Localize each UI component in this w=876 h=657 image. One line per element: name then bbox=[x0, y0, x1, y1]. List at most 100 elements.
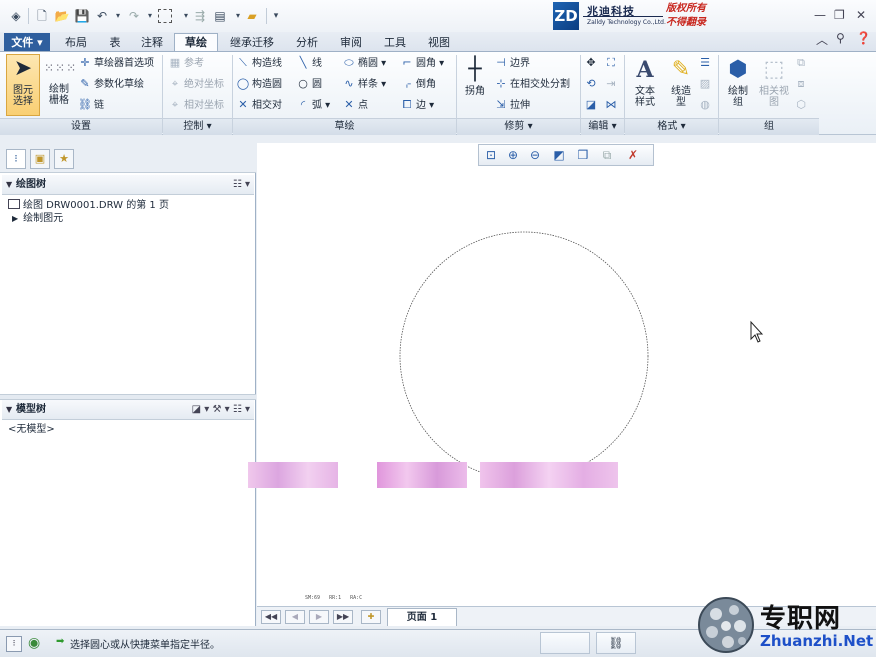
next-page-icon[interactable]: ▶ bbox=[309, 610, 329, 624]
scale-button[interactable]: ⛶ bbox=[604, 54, 620, 72]
boundary-button[interactable]: ⊣ 边界 bbox=[494, 54, 530, 72]
collapse-ribbon-icon[interactable]: ︿ bbox=[816, 31, 828, 48]
collapse-triangle-icon[interactable]: ▼ bbox=[6, 400, 12, 420]
tab-legacy-migration[interactable]: 继承迁移 bbox=[220, 33, 284, 51]
sketch-circle[interactable] bbox=[399, 231, 649, 481]
select-element-button[interactable]: ➤ 图元 选择 bbox=[6, 54, 40, 116]
tree-settings-icon[interactable]: ☷ ▾ bbox=[233, 175, 250, 195]
parametric-sketch-button[interactable]: ✎ 参数化草绘 bbox=[78, 75, 144, 93]
display-style-icon[interactable]: ❒ bbox=[574, 147, 592, 164]
spline-button[interactable]: ∿ 样条 ▾ bbox=[342, 75, 386, 93]
line-style-button[interactable]: ✎ 线造 型 bbox=[664, 56, 698, 116]
favorites-tab-icon[interactable]: ★ bbox=[54, 149, 74, 169]
file-menu[interactable]: 文件 ▾ bbox=[4, 33, 50, 51]
reference-button[interactable]: ▦ 参考 bbox=[168, 54, 204, 72]
flip-button[interactable]: ⋈ bbox=[604, 96, 620, 114]
group-label-control[interactable]: 控制 ▾ bbox=[163, 118, 232, 135]
tree-tab-icon[interactable]: ⁝ bbox=[6, 149, 26, 169]
line-button[interactable]: ╲ 线 bbox=[296, 54, 322, 72]
tab-tools[interactable]: 工具 bbox=[374, 33, 416, 51]
intersect-button[interactable]: ✕ 相交对 bbox=[236, 96, 282, 114]
tab-layout[interactable]: 布局 bbox=[54, 33, 98, 51]
group-tool-3-button[interactable]: ⬡ bbox=[794, 96, 810, 114]
stretch-button[interactable]: ⇲ 拉伸 bbox=[494, 96, 530, 114]
new-page-icon[interactable]: ✚ bbox=[361, 610, 381, 624]
folder-tab-icon[interactable]: ▣ bbox=[30, 149, 50, 169]
refit-icon[interactable]: ⊡ bbox=[482, 147, 500, 164]
restore-icon[interactable]: ❐ bbox=[834, 8, 845, 22]
undo-icon[interactable]: ↶ bbox=[94, 8, 110, 24]
regenerate-icon[interactable]: ⇶ bbox=[192, 8, 208, 24]
relative-coords-button[interactable]: ⌖ 相对坐标 bbox=[168, 96, 224, 114]
drawing-tree-item[interactable]: 绘图 DRW0001.DRW 的第 1 页 bbox=[8, 199, 169, 212]
navigator-toggle-icon[interactable]: ⁝ bbox=[6, 636, 22, 652]
collapse-triangle-icon[interactable]: ▼ bbox=[6, 175, 12, 195]
construction-circle-button[interactable]: ◯ 构造圆 bbox=[236, 75, 282, 93]
tab-annotate[interactable]: 注释 bbox=[132, 33, 172, 51]
minimize-icon[interactable]: — bbox=[814, 8, 826, 22]
arc-button[interactable]: ◜ 弧 ▾ bbox=[296, 96, 330, 114]
drawing-canvas[interactable]: SM:69 RR:1 RA:C bbox=[257, 143, 876, 606]
group-tool-2-button[interactable]: ⧈ bbox=[794, 75, 810, 93]
color-button[interactable]: ◍ bbox=[698, 96, 714, 114]
draw-grid-button[interactable]: ⁙⁙⁙ 绘制 栅格 bbox=[42, 54, 76, 116]
help-icon[interactable]: ❓ bbox=[856, 31, 871, 45]
redo-dropdown-icon[interactable]: ▾ bbox=[142, 8, 158, 24]
zoom-out-icon[interactable]: ⊖ bbox=[526, 147, 544, 164]
drawing-tree-item[interactable]: ▶ 绘制图元 bbox=[12, 213, 63, 225]
ellipse-button[interactable]: ⬭ 椭圆 ▾ bbox=[342, 54, 386, 72]
customize-toolbar-icon[interactable]: ▾ bbox=[268, 8, 284, 24]
chain-button[interactable]: ⛓ 链 bbox=[78, 96, 104, 114]
split-at-intersect-button[interactable]: ⊹ 在相交处分割 bbox=[494, 75, 570, 93]
tab-review[interactable]: 审阅 bbox=[330, 33, 372, 51]
open-folder-icon[interactable]: 📂 bbox=[54, 8, 70, 24]
group-tool-1-button[interactable]: ⧉ bbox=[794, 54, 810, 72]
app-icon[interactable]: ◈ bbox=[8, 8, 24, 24]
drawing-tree-header[interactable]: ▼ 绘图树 ☷ ▾ bbox=[2, 175, 254, 195]
page-tab-1[interactable]: 页面 1 bbox=[387, 608, 457, 626]
corner-button[interactable]: ┼ 拐角 bbox=[460, 56, 490, 116]
tab-sketch[interactable]: 草绘 bbox=[174, 33, 218, 51]
close-icon[interactable]: ✕ bbox=[856, 8, 866, 22]
circle-button[interactable]: ○ 圆 bbox=[296, 75, 322, 93]
redo-icon[interactable]: ↷ bbox=[126, 8, 142, 24]
mirror-button[interactable]: ◪ bbox=[584, 96, 600, 114]
text-style-button[interactable]: A 文本 样式 bbox=[628, 56, 662, 116]
model-tree-header[interactable]: ▼ 模型树 ◪ ▾ ⚒ ▾ ☷ ▾ bbox=[2, 400, 254, 420]
tab-view[interactable]: 视图 bbox=[418, 33, 460, 51]
windows-icon[interactable]: ▤ bbox=[212, 8, 228, 24]
previous-page-icon[interactable]: ◀ bbox=[285, 610, 305, 624]
edge-button[interactable]: ⧠ 边 ▾ bbox=[400, 96, 435, 114]
absolute-coords-button[interactable]: ⌖ 绝对坐标 bbox=[168, 75, 224, 93]
construction-line-button[interactable]: ⟍ 构造线 bbox=[236, 54, 282, 72]
find-icon[interactable]: ⛓ bbox=[596, 632, 636, 654]
datum-display-icon[interactable]: ✗ bbox=[624, 147, 642, 164]
hatch-button[interactable]: ▨ bbox=[698, 75, 714, 93]
new-file-icon[interactable]: 🗋 bbox=[34, 8, 50, 24]
tab-table[interactable]: 表 bbox=[100, 33, 130, 51]
tab-analysis[interactable]: 分析 bbox=[286, 33, 328, 51]
group-label-trim[interactable]: 修剪 ▾ bbox=[457, 118, 580, 135]
group-label-format[interactable]: 格式 ▾ bbox=[625, 118, 718, 135]
line-weight-button[interactable]: ☰ bbox=[698, 54, 714, 72]
move-button[interactable]: ✥ bbox=[584, 54, 600, 72]
zoom-in-icon[interactable]: ⊕ bbox=[504, 147, 522, 164]
expand-triangle-icon[interactable]: ▶ bbox=[12, 214, 18, 223]
view-manager-icon[interactable]: ⧉ bbox=[598, 147, 616, 164]
save-icon[interactable]: 💾 bbox=[74, 8, 90, 24]
select-box-icon[interactable] bbox=[158, 9, 172, 23]
folder-icon[interactable]: ▰ bbox=[244, 8, 260, 24]
sketcher-preferences-button[interactable]: ✛ 草绘器首选项 bbox=[78, 54, 154, 72]
status-field[interactable] bbox=[540, 632, 590, 654]
draw-group-button[interactable]: ⬢ 绘制 组 bbox=[722, 56, 754, 116]
search-icon[interactable]: ⚲ bbox=[836, 31, 845, 45]
point-button[interactable]: ✕ 点 bbox=[342, 96, 368, 114]
browser-toggle-icon[interactable]: ◉ bbox=[28, 635, 40, 651]
related-view-button[interactable]: ⬚ 相关视 图 bbox=[756, 56, 792, 116]
fillet-button[interactable]: ⌐ 圆角 ▾ bbox=[400, 54, 444, 72]
rotate-button[interactable]: ⟲ bbox=[584, 75, 600, 93]
model-tree-tools-icon[interactable]: ◪ ▾ ⚒ ▾ ☷ ▾ bbox=[192, 400, 250, 420]
repaint-icon[interactable]: ◩ bbox=[550, 147, 568, 164]
last-page-icon[interactable]: ▶▶ bbox=[333, 610, 353, 624]
undo-dropdown-icon[interactable]: ▾ bbox=[110, 8, 126, 24]
